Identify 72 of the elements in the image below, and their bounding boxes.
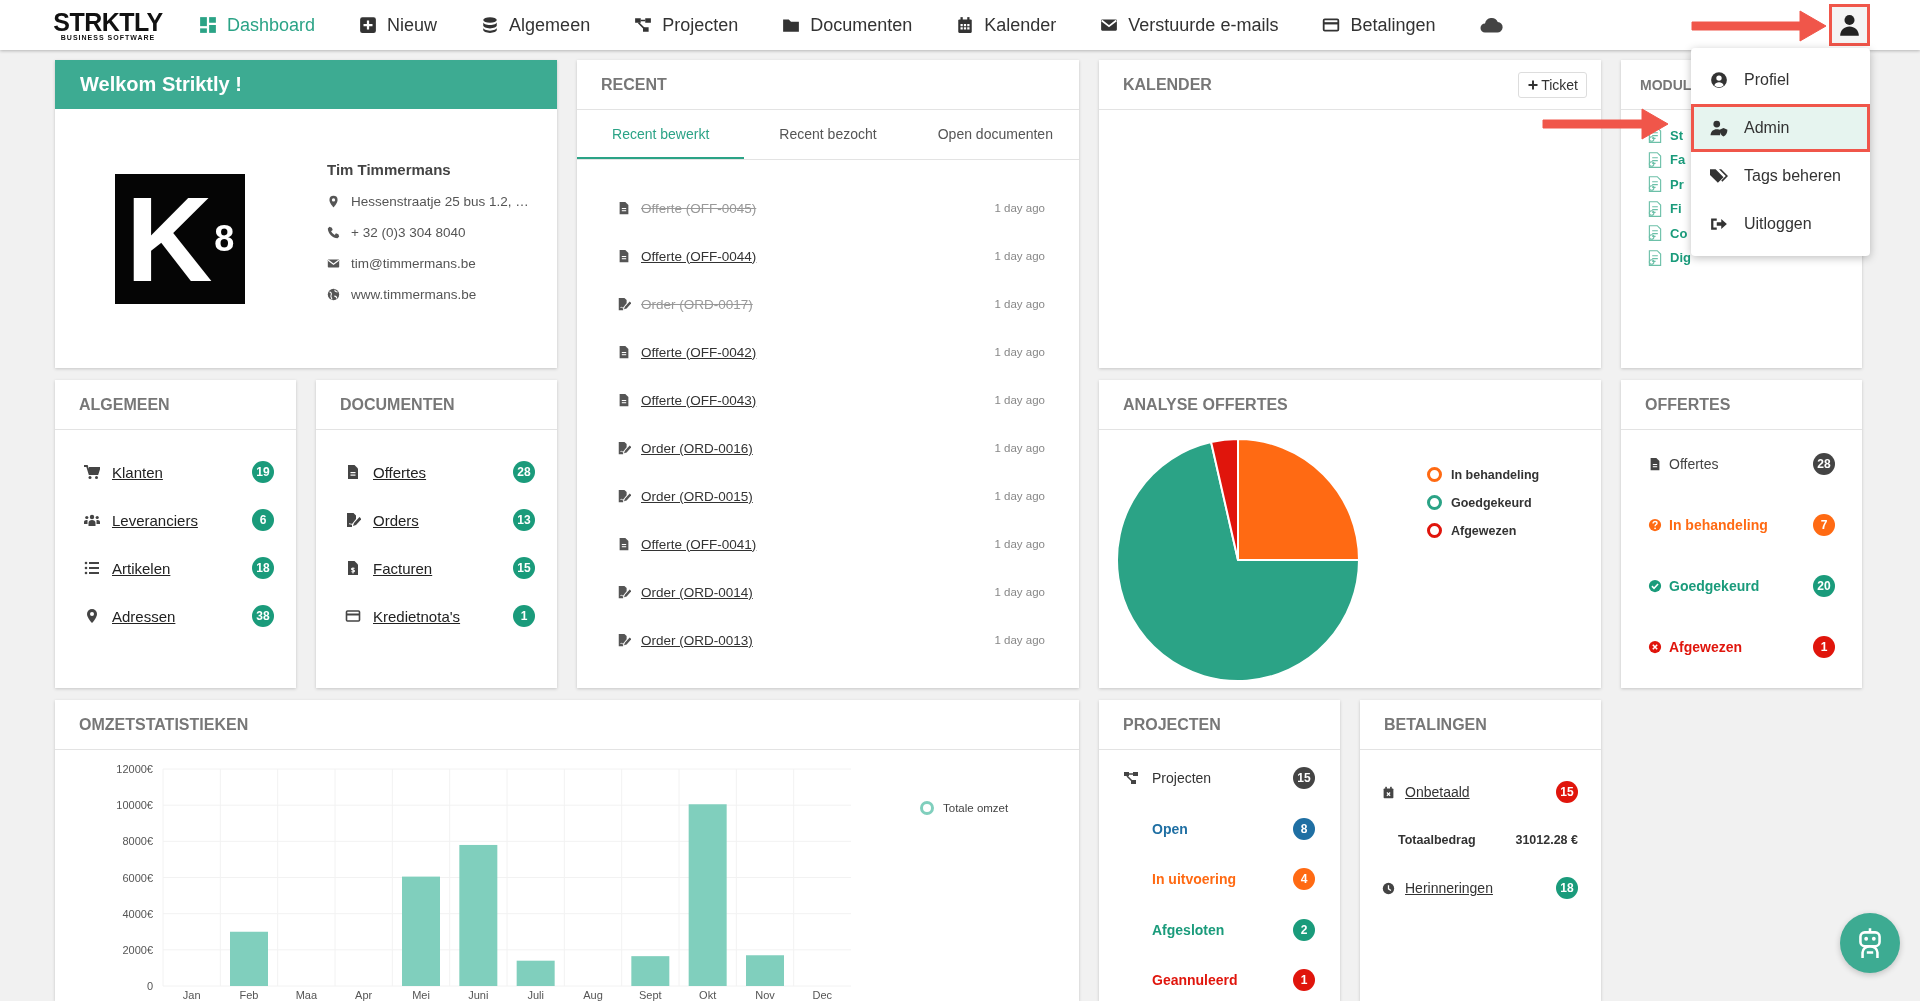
axis-tick-label: Juli — [527, 989, 544, 1001]
contact-detail: tim@timmermans.be — [351, 256, 476, 271]
axis-tick-label: Maa — [295, 989, 318, 1001]
card-title: BETALINGEN — [1384, 715, 1487, 734]
card-title: ALGEMEEN — [79, 395, 170, 414]
card-title: RECENT — [601, 75, 667, 94]
count-badge: 8 — [1293, 817, 1315, 840]
total-amount: 31012.28 € — [1515, 833, 1578, 847]
count-badge: 13 — [513, 509, 535, 531]
card-title: MODUL — [1640, 76, 1692, 93]
axis-tick-label: Nov — [755, 989, 775, 1001]
contact-detail: www.timmermans.be — [351, 287, 477, 302]
total-label: Totaalbedrag — [1397, 833, 1476, 847]
list-label: Projecten — [1152, 770, 1212, 787]
axis-tick-label: 10000€ — [116, 799, 153, 812]
timestamp: 1 day ago — [994, 202, 1045, 214]
welcome-title: Welkom Striktly ! — [80, 73, 242, 96]
axis-tick-label: Sept — [639, 989, 662, 1001]
legend-label: Totale omzet — [943, 802, 1009, 814]
timestamp: 1 day ago — [994, 490, 1045, 502]
count-badge: 6 — [252, 509, 274, 531]
card-title: KALENDER — [1123, 75, 1212, 94]
timestamp: 1 day ago — [994, 250, 1045, 262]
card-title: OMZETSTATISTIEKEN — [79, 715, 249, 734]
timestamp: 1 day ago — [994, 586, 1045, 598]
count-badge: 18 — [1556, 877, 1578, 899]
timestamp: 1 day ago — [994, 394, 1045, 406]
axis-tick-label: 2000€ — [122, 943, 153, 956]
timestamp: 1 day ago — [994, 298, 1045, 310]
count-badge: 38 — [252, 605, 274, 627]
timestamp: 1 day ago — [994, 442, 1045, 454]
axis-tick-label: 8000€ — [122, 835, 153, 848]
timestamp: 1 day ago — [994, 538, 1045, 550]
logo: STRKTLY — [53, 9, 163, 34]
legend-label: In behandeling — [1451, 467, 1540, 482]
axis-tick-label: Mei — [412, 989, 430, 1001]
contact-name: Tim Timmermans — [327, 161, 452, 178]
contact-detail: + 32 (0)3 304 8040 — [351, 225, 466, 240]
count-badge: 28 — [1813, 452, 1835, 475]
axis-tick-label: Okt — [699, 989, 717, 1001]
card-title: OFFERTES — [1645, 395, 1731, 414]
axis-tick-label: Feb — [239, 989, 259, 1001]
count-badge: 1 — [1293, 969, 1315, 992]
axis-tick-label: Aug — [583, 989, 603, 1001]
axis-tick-label: 6000€ — [122, 871, 153, 884]
axis-tick-label: Dec — [812, 989, 833, 1001]
axis-tick-label: Jan — [182, 989, 201, 1001]
card-title: DOCUMENTEN — [340, 395, 455, 414]
count-badge: 19 — [252, 461, 274, 483]
axis-tick-label: Juni — [468, 989, 489, 1001]
count-badge: 1 — [513, 605, 535, 627]
count-badge: 7 — [1813, 513, 1835, 536]
count-badge: 15 — [513, 557, 535, 579]
count-badge: 2 — [1293, 918, 1315, 941]
count-badge: 18 — [252, 557, 274, 579]
timestamp: 1 day ago — [994, 634, 1045, 646]
count-badge: 4 — [1293, 868, 1315, 891]
axis-tick-label: 0 — [146, 980, 153, 992]
axis-tick-label: 4000€ — [122, 907, 153, 920]
axis-tick-label: 12000€ — [116, 763, 153, 775]
count-badge: 15 — [1293, 767, 1315, 790]
axis-tick-label: Apr — [355, 989, 373, 1001]
card-title: ANALYSE OFFERTES — [1123, 395, 1288, 414]
timestamp: 1 day ago — [994, 346, 1045, 358]
count-badge: 15 — [1556, 781, 1578, 803]
count-badge: 20 — [1813, 574, 1835, 597]
legend-label: Goedgekeurd — [1451, 495, 1532, 510]
count-badge: 28 — [513, 461, 535, 483]
count-badge: 1 — [1813, 635, 1835, 658]
legend-label: Afgewezen — [1451, 523, 1517, 538]
card-title: PROJECTEN — [1123, 715, 1221, 734]
contact-detail: Hessenstraatje 25 bus 1.2, … — [351, 194, 529, 209]
